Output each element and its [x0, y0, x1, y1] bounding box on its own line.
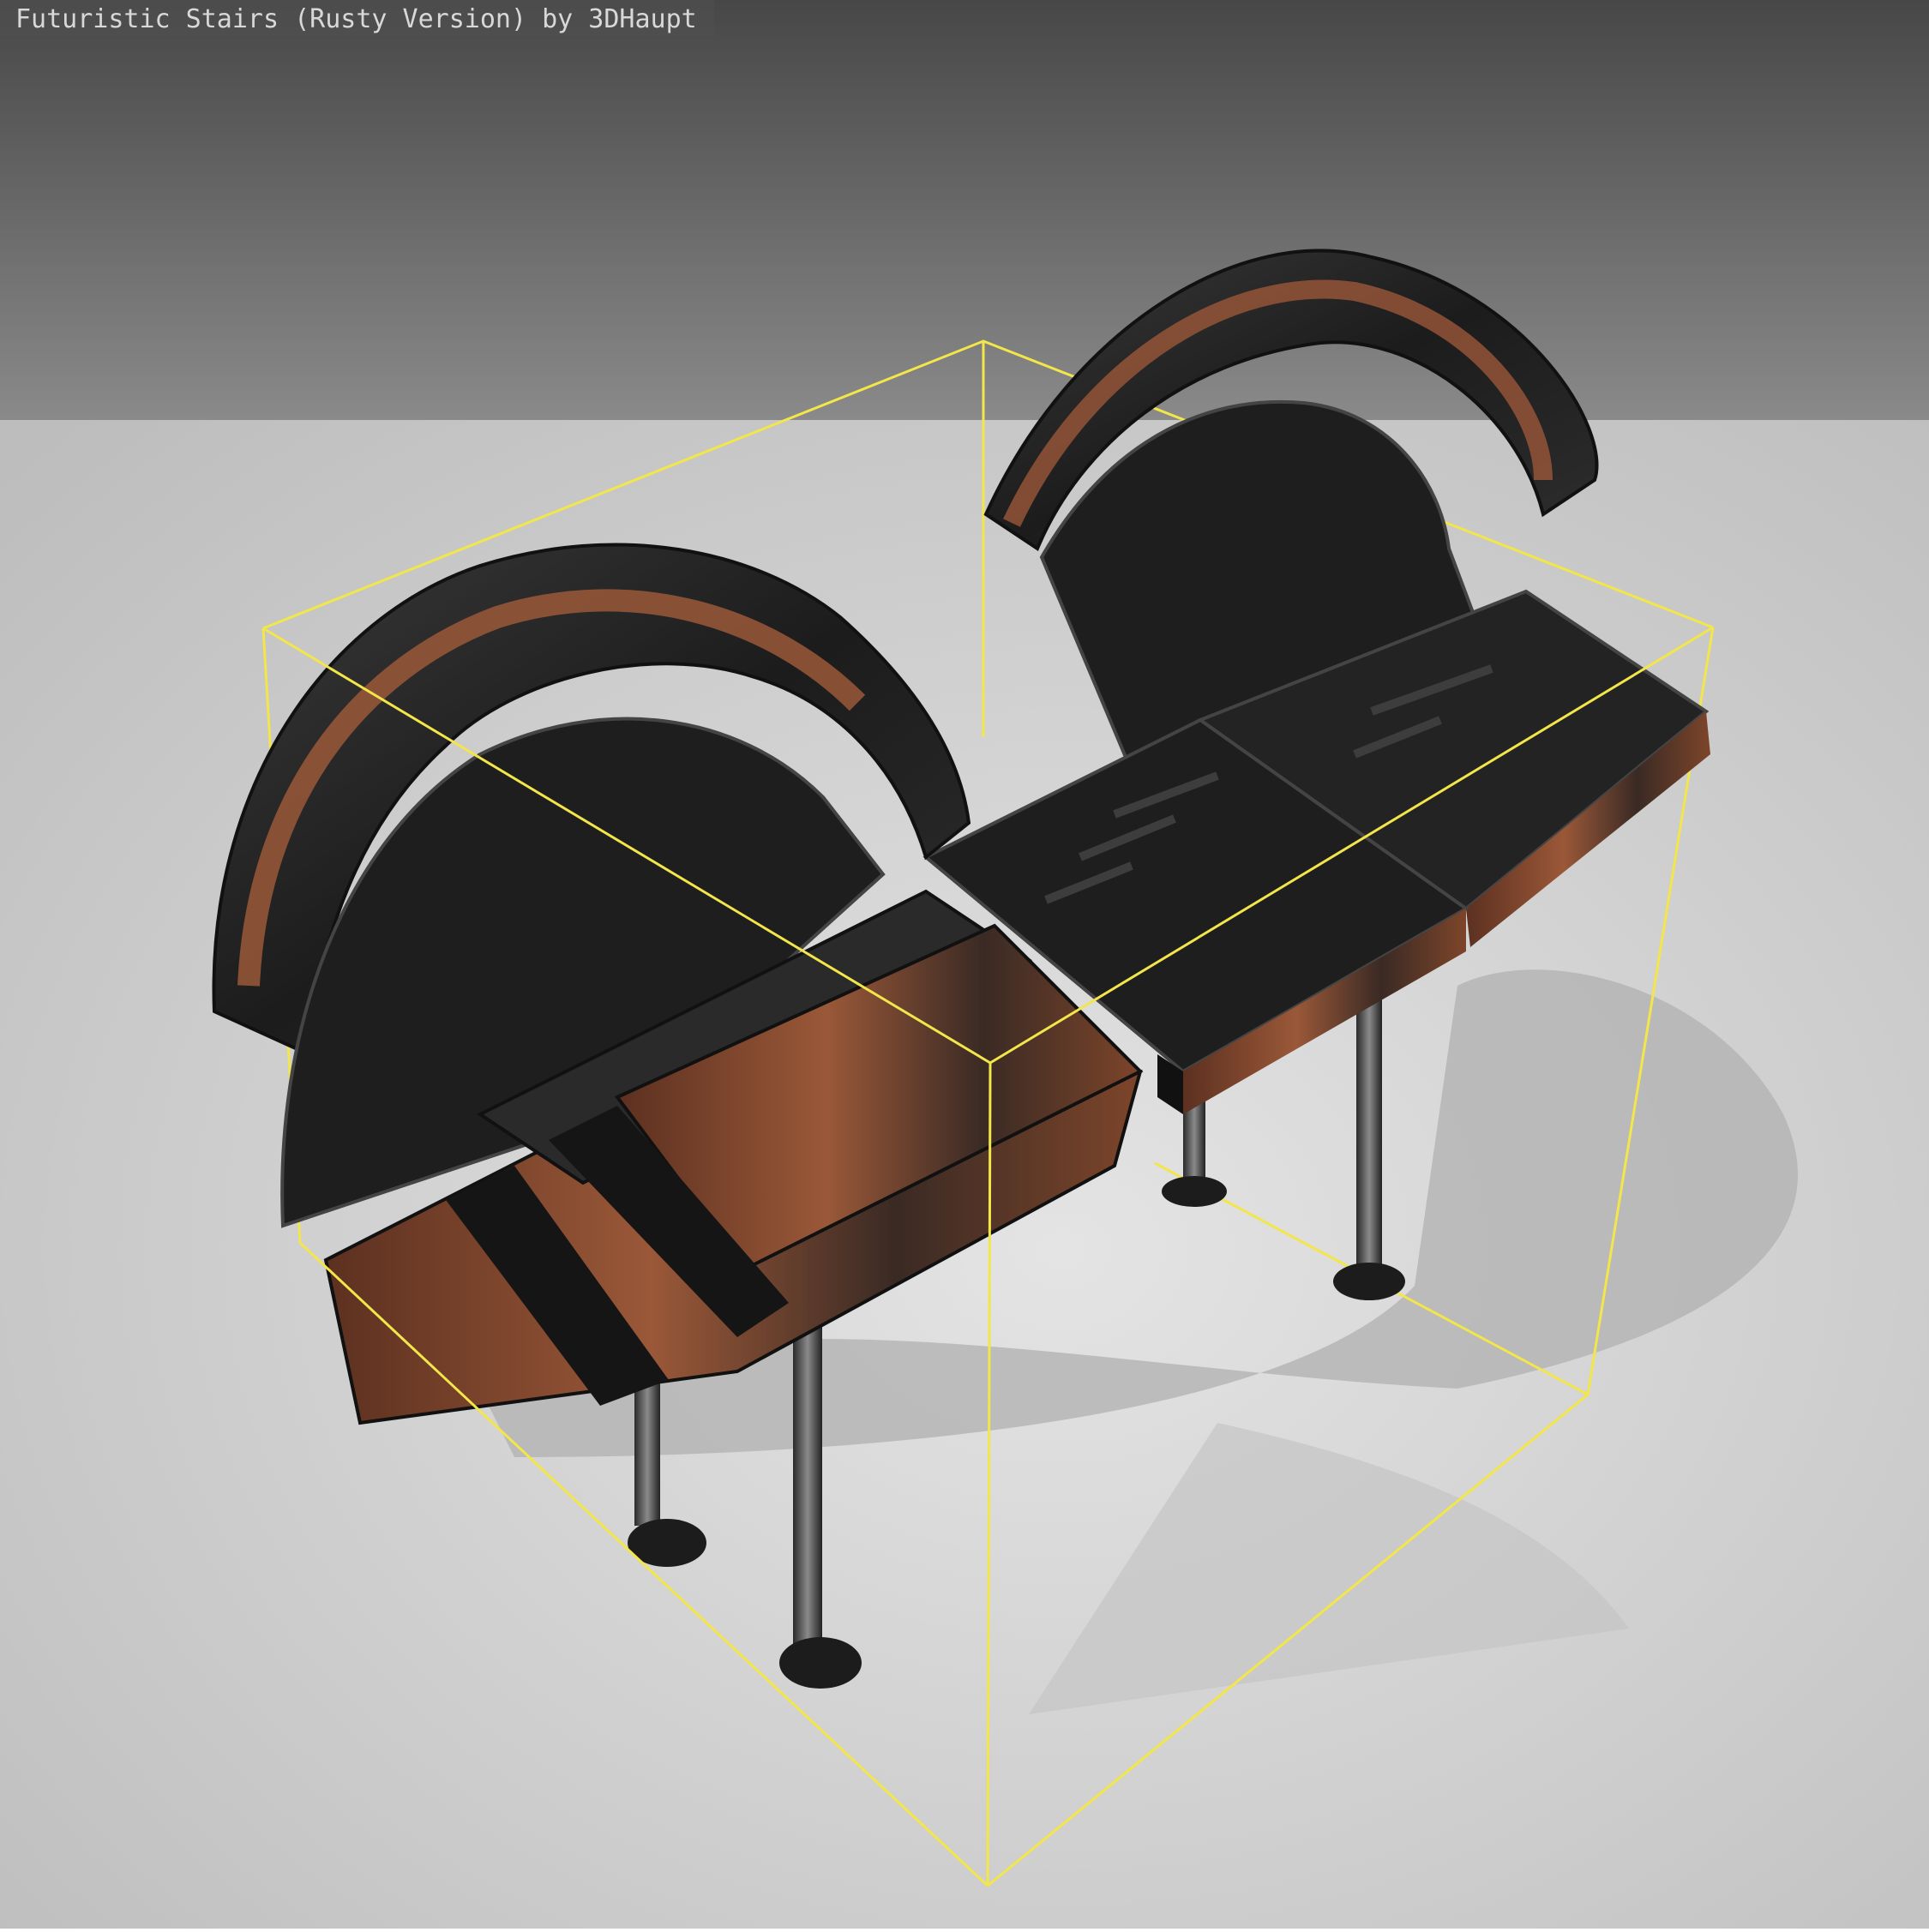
- model-title-label: Futuristic Stairs (Rusty Version) by 3DH…: [0, 0, 714, 36]
- 3d-viewport[interactable]: Futuristic Stairs (Rusty Version) by 3DH…: [0, 0, 1929, 1929]
- backdrop-wall: [0, 0, 1929, 420]
- scene-render: [0, 0, 1929, 1929]
